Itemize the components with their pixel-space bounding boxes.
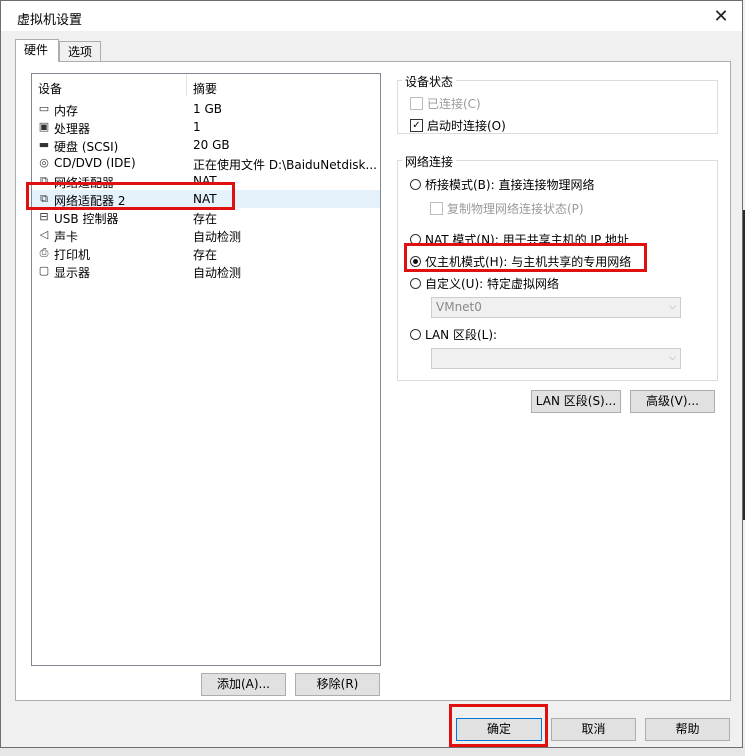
sound-card-icon: ◁ — [39, 228, 49, 241]
device-summary: 20 GB — [193, 138, 230, 152]
device-list-header: 设备 摘要 — [32, 74, 380, 98]
hard-disk-icon: ▬ — [38, 138, 50, 151]
device-name: 硬盘 (SCSI) — [54, 140, 119, 154]
device-row[interactable]: ◎ CD/DVD (IDE) 正在使用文件 D:\BaiduNetdisk... — [32, 154, 380, 172]
connected-label: 已连接(C) — [427, 97, 481, 111]
lan-segments-button[interactable]: LAN 区段(S)... — [531, 390, 621, 413]
window-title: 虚拟机设置 — [17, 13, 83, 28]
title-bar: 虚拟机设置 ✕ — [1, 1, 742, 31]
device-summary: 1 — [193, 120, 201, 134]
lan-segment-label: LAN 区段(L): — [425, 328, 498, 342]
remove-device-button[interactable]: 移除(R) — [295, 673, 380, 696]
highlight-network-adapter-2 — [26, 182, 235, 210]
custom-network-select: VMnet0 ⌵ — [431, 297, 681, 318]
device-name: 声卡 — [54, 230, 79, 244]
checkmark-icon[interactable]: ✓ — [410, 119, 423, 132]
custom-label: 自定义(U): 特定虚拟网络 — [425, 277, 560, 291]
printer-icon: ⎙ — [39, 246, 49, 259]
device-summary: 1 GB — [193, 102, 222, 116]
device-summary: 自动检测 — [193, 230, 242, 244]
close-icon[interactable]: ✕ — [706, 1, 736, 31]
custom-network-value: VMnet0 — [436, 300, 482, 314]
hardware-tab-page: 设备 摘要 ▭ 内存 1 GB ▣ 处理器 1 ▬ 硬盘 (SCSI) 20 GB ◎ CD/DVD… — [15, 61, 731, 701]
chevron-down-icon: ⌵ — [669, 302, 676, 312]
device-list[interactable]: 设备 摘要 ▭ 内存 1 GB ▣ 处理器 1 ▬ 硬盘 (SCSI) 20 GB ◎ CD/DVD… — [31, 73, 381, 666]
device-row[interactable]: ▬ 硬盘 (SCSI) 20 GB — [32, 136, 380, 154]
device-name: 内存 — [54, 104, 79, 118]
replicate-state-checkbox: 复制物理网络连接状态(P) — [430, 200, 584, 217]
device-summary: 自动检测 — [193, 266, 242, 280]
cancel-button[interactable]: 取消 — [551, 718, 636, 741]
processor-icon: ▣ — [38, 120, 50, 133]
bridged-label: 桥接模式(B): 直接连接物理网络 — [425, 178, 595, 192]
connected-checkbox: 已连接(C) — [410, 95, 481, 112]
device-summary: 正在使用文件 D:\BaiduNetdisk... — [193, 158, 377, 172]
help-button[interactable]: 帮助 — [645, 718, 730, 741]
column-header-summary[interactable]: 摘要 — [193, 80, 217, 97]
radio-button[interactable] — [410, 278, 421, 289]
device-name: 打印机 — [54, 248, 91, 262]
highlight-ok — [449, 704, 548, 747]
vm-settings-dialog: 虚拟机设置 ✕ 硬件 选项 设备 摘要 ▭ 内存 1 GB ▣ 处理器 1 ▬ 硬盘 (SCS… — [0, 0, 743, 748]
replicate-state-label: 复制物理网络连接状态(P) — [447, 202, 584, 216]
device-row[interactable]: ◁ 声卡 自动检测 — [32, 226, 380, 244]
device-status-title: 设备状态 — [402, 73, 457, 90]
connect-at-power-on-checkbox[interactable]: ✓ 启动时连接(O) — [410, 117, 506, 134]
radio-button[interactable] — [410, 179, 421, 190]
device-name: 处理器 — [54, 122, 91, 136]
device-row[interactable]: ▭ 内存 1 GB — [32, 100, 380, 118]
radio-lan-segment[interactable]: LAN 区段(L): — [410, 326, 497, 343]
cd-dvd-icon: ◎ — [39, 156, 49, 169]
radio-bridged[interactable]: 桥接模式(B): 直接连接物理网络 — [410, 176, 594, 193]
radio-button[interactable] — [410, 329, 421, 340]
device-row[interactable]: ▣ 处理器 1 — [32, 118, 380, 136]
column-header-device[interactable]: 设备 — [38, 80, 62, 97]
lan-segment-select: ⌵ — [431, 348, 681, 369]
advanced-button[interactable]: 高级(V)... — [630, 390, 715, 413]
highlight-host-only — [404, 243, 647, 272]
device-name: 显示器 — [54, 266, 91, 280]
radio-custom[interactable]: 自定义(U): 特定虚拟网络 — [410, 275, 559, 292]
memory-icon: ▭ — [38, 102, 50, 115]
device-name: USB 控制器 — [54, 212, 119, 226]
connect-at-power-on-label: 启动时连接(O) — [427, 119, 506, 133]
device-row[interactable]: ⊟ USB 控制器 存在 — [32, 208, 380, 226]
tab-options[interactable]: 选项 — [59, 41, 101, 61]
column-divider[interactable] — [186, 74, 187, 96]
device-name: CD/DVD (IDE) — [54, 156, 136, 170]
device-row[interactable]: ▢ 显示器 自动检测 — [32, 262, 380, 280]
checkbox-box — [410, 97, 423, 110]
usb-controller-icon: ⊟ — [39, 210, 49, 223]
device-summary: 存在 — [193, 212, 218, 226]
add-device-button[interactable]: 添加(A)... — [201, 673, 286, 696]
network-connection-title: 网络连接 — [402, 153, 457, 170]
tab-hardware[interactable]: 硬件 — [15, 39, 59, 62]
checkbox-box — [430, 202, 443, 215]
display-icon: ▢ — [38, 264, 50, 277]
chevron-down-icon: ⌵ — [669, 353, 676, 363]
device-row[interactable]: ⎙ 打印机 存在 — [32, 244, 380, 262]
device-summary: 存在 — [193, 248, 218, 262]
